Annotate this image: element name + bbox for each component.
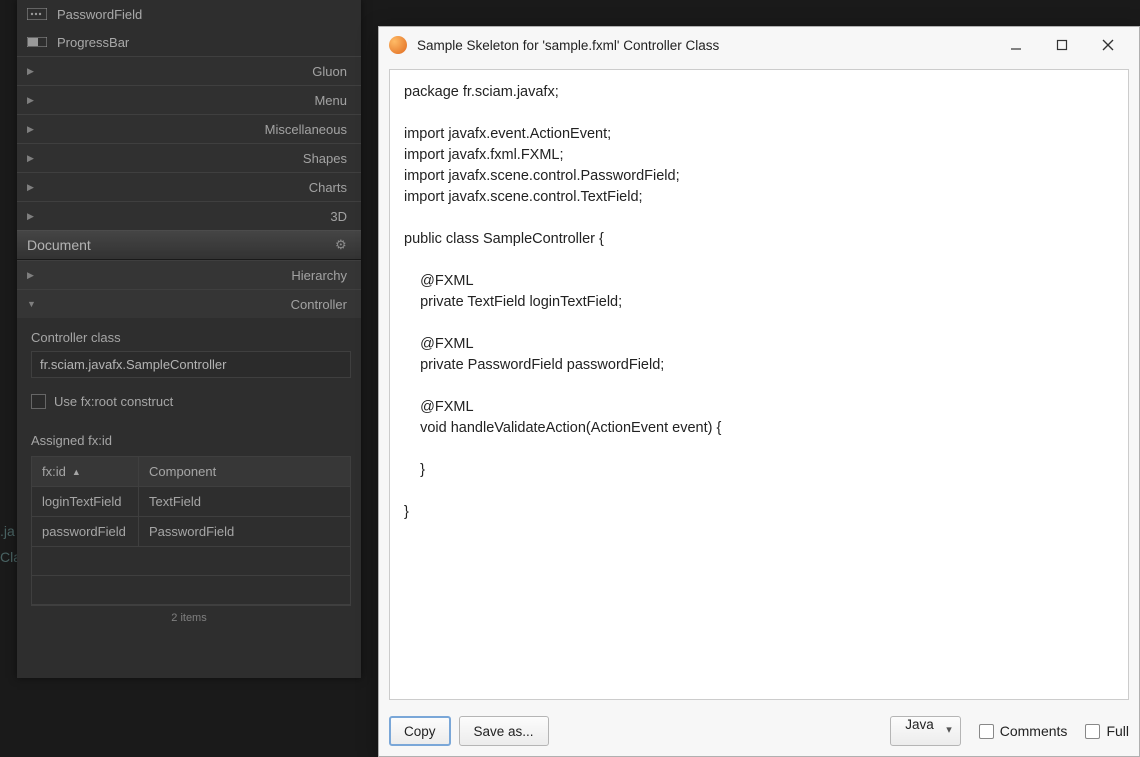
chevron-right-icon: ▶ bbox=[27, 124, 43, 135]
fxroot-label: Use fx:root construct bbox=[54, 394, 173, 409]
table-row[interactable]: loginTextField TextField bbox=[32, 487, 350, 517]
sort-asc-icon: ▲ bbox=[72, 467, 81, 477]
document-section-header[interactable]: Document ⚙ bbox=[17, 230, 361, 260]
category-charts[interactable]: ▶Charts bbox=[17, 172, 361, 201]
dialog-button-bar: Copy Save as... Java Comments Full bbox=[379, 706, 1139, 756]
library-item-passwordfield[interactable]: PasswordField bbox=[17, 0, 361, 28]
table-row[interactable]: passwordField PasswordField bbox=[32, 517, 350, 547]
language-select[interactable]: Java bbox=[890, 716, 961, 746]
fxroot-checkbox-row[interactable]: Use fx:root construct bbox=[31, 394, 347, 409]
comments-checkbox[interactable]: Comments bbox=[979, 723, 1068, 739]
chevron-right-icon: ▶ bbox=[27, 66, 43, 77]
passwordfield-icon bbox=[27, 7, 47, 21]
chevron-right-icon: ▶ bbox=[27, 270, 43, 281]
dialog-title: Sample Skeleton for 'sample.fxml' Contro… bbox=[417, 38, 993, 53]
controller-class-label: Controller class bbox=[31, 330, 347, 345]
fxid-table: fx:id▲ Component loginTextField TextFiel… bbox=[31, 456, 351, 606]
close-button[interactable] bbox=[1085, 30, 1131, 60]
chevron-down-icon: ▼ bbox=[27, 299, 43, 309]
category-shapes[interactable]: ▶Shapes bbox=[17, 143, 361, 172]
column-fxid[interactable]: fx:id▲ bbox=[32, 457, 139, 486]
full-checkbox[interactable]: Full bbox=[1085, 723, 1129, 739]
copy-button[interactable]: Copy bbox=[389, 716, 451, 746]
chevron-right-icon: ▶ bbox=[27, 153, 43, 164]
table-row-empty bbox=[32, 547, 350, 576]
code-preview[interactable]: package fr.sciam.javafx; import javafx.e… bbox=[389, 69, 1129, 700]
checkbox-icon[interactable] bbox=[979, 724, 994, 739]
category-menu[interactable]: ▶Menu bbox=[17, 85, 361, 114]
table-row-empty bbox=[32, 576, 350, 605]
library-item-label: PasswordField bbox=[57, 7, 142, 22]
progressbar-icon bbox=[27, 35, 47, 49]
column-component[interactable]: Component bbox=[139, 457, 350, 486]
dialog-titlebar[interactable]: Sample Skeleton for 'sample.fxml' Contro… bbox=[379, 27, 1139, 63]
table-footer-count: 2 items bbox=[31, 606, 347, 630]
assigned-fxid-label: Assigned fx:id bbox=[31, 433, 347, 448]
app-icon bbox=[389, 36, 407, 54]
category-gluon[interactable]: ▶Gluon bbox=[17, 56, 361, 85]
category-3d[interactable]: ▶3D bbox=[17, 201, 361, 230]
category-miscellaneous[interactable]: ▶Miscellaneous bbox=[17, 114, 361, 143]
minimize-button[interactable] bbox=[993, 30, 1039, 60]
maximize-button[interactable] bbox=[1039, 30, 1085, 60]
library-item-label: ProgressBar bbox=[57, 35, 129, 50]
hierarchy-tab[interactable]: ▶Hierarchy bbox=[17, 260, 361, 289]
checkbox-icon[interactable] bbox=[1085, 724, 1100, 739]
controller-class-input[interactable] bbox=[31, 351, 351, 378]
library-item-progressbar[interactable]: ProgressBar bbox=[17, 28, 361, 56]
chevron-right-icon: ▶ bbox=[27, 211, 43, 222]
gear-icon[interactable]: ⚙ bbox=[335, 237, 351, 253]
controller-tab[interactable]: ▼Controller bbox=[17, 289, 361, 318]
chevron-right-icon: ▶ bbox=[27, 182, 43, 193]
checkbox-icon[interactable] bbox=[31, 394, 46, 409]
scene-builder-panel: PasswordField ProgressBar ▶Gluon ▶Menu ▶… bbox=[17, 0, 361, 678]
table-header: fx:id▲ Component bbox=[32, 457, 350, 487]
save-as-button[interactable]: Save as... bbox=[459, 716, 549, 746]
chevron-right-icon: ▶ bbox=[27, 95, 43, 106]
skeleton-dialog: Sample Skeleton for 'sample.fxml' Contro… bbox=[378, 26, 1140, 757]
controller-pane: Controller class Use fx:root construct A… bbox=[17, 318, 361, 642]
